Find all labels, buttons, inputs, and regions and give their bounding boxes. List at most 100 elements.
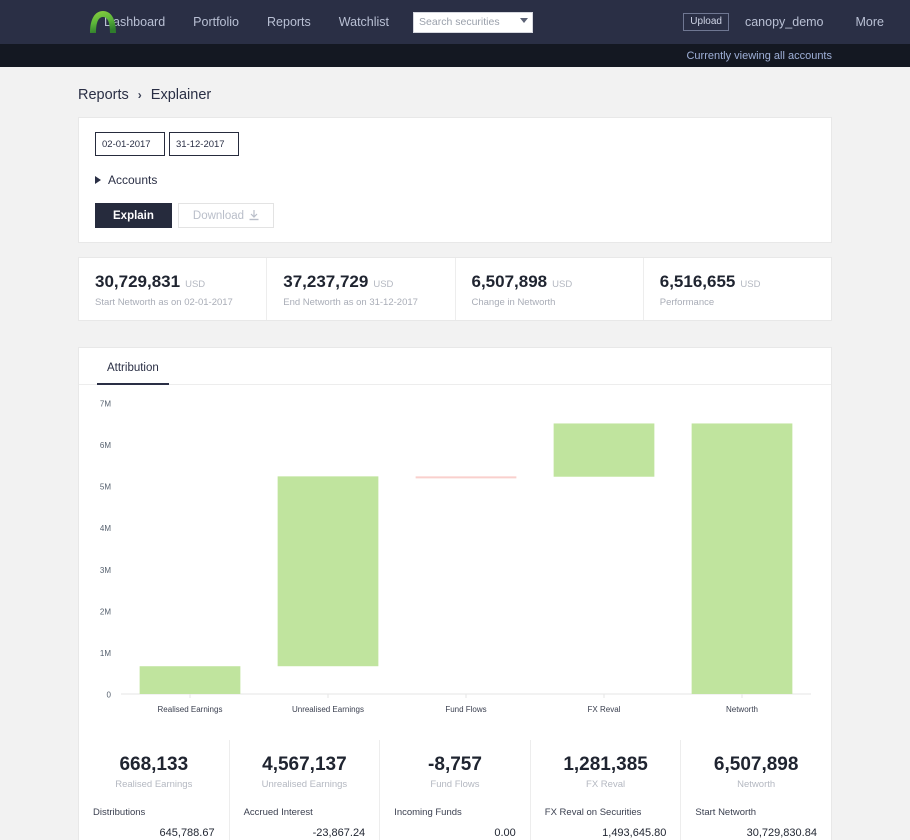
attribution-waterfall-chart: 0 1M 2M 3M 4M 5M 6M 7M Realised Earnings Unrealis… [79, 385, 831, 740]
kpi-currency: USD [185, 279, 206, 290]
stat-total-label: Networth [737, 779, 776, 790]
stat-item-value: 645,788.67 [159, 827, 215, 839]
svg-text:0: 0 [107, 691, 112, 700]
kpi-change-in-networth: 6,507,898 USD Change in Networth [456, 258, 644, 320]
svg-text:2M: 2M [100, 607, 111, 616]
download-button-label: Download [192, 209, 245, 222]
kpi-start-networth: 30,729,831 USD Start Networth as on 02-0… [79, 258, 268, 320]
accounts-expander[interactable]: Accounts [95, 173, 815, 187]
stat-item: FX Reval on Securities 1,493,645.80 [545, 796, 667, 840]
svg-text:Networth: Networth [726, 705, 758, 714]
nav-link-watchlist[interactable]: Watchlist [325, 15, 403, 29]
stat-total-label: Unrealised Earnings [261, 779, 348, 790]
stat-total-label: Realised Earnings [115, 779, 193, 790]
kpi-summary-row: 30,729,831 USD Start Networth as on 02-0… [78, 257, 832, 321]
nav-right-group: Upload canopy_demo More [683, 13, 896, 31]
stat-item-value: 0.00 [494, 827, 516, 839]
stat-item-name: Incoming Funds [394, 807, 462, 818]
nav-link-user-account[interactable]: canopy_demo [729, 15, 840, 29]
svg-text:FX Reval: FX Reval [588, 705, 621, 714]
svg-text:6M: 6M [100, 441, 111, 450]
upload-button[interactable]: Upload [683, 13, 729, 31]
stat-item-value: 30,729,830.84 [746, 827, 817, 839]
nav-link-more[interactable]: More [840, 15, 896, 29]
stat-item-name: Accrued Interest [243, 807, 313, 818]
stat-item-name: Distributions [93, 807, 146, 818]
svg-text:Realised Earnings: Realised Earnings [158, 705, 223, 714]
download-icon [249, 210, 259, 221]
stat-total: 6,507,898 [713, 754, 799, 775]
stat-item: Incoming Funds 0.00 [394, 796, 516, 840]
stat-item: Accrued Interest -23,867.24 [244, 796, 366, 840]
top-navigation-bar: Dashboard Portfolio Reports Watchlist Up… [0, 0, 910, 44]
kpi-currency: USD [373, 279, 394, 290]
search-securities-container [413, 11, 534, 33]
breadcrumb: Reports › Explainer [78, 67, 832, 117]
nav-link-reports[interactable]: Reports [253, 15, 325, 29]
stat-item: Distributions 645,788.67 [93, 796, 215, 840]
kpi-currency: USD [552, 279, 573, 290]
kpi-value-wrap: 37,237,729 USD [283, 272, 454, 292]
stat-col-fx-reval: 1,281,385 FX Reval FX Reval on Securitie… [531, 740, 682, 840]
primary-nav-links: Dashboard Portfolio Reports Watchlist [90, 15, 403, 29]
action-button-row: Explain Download [95, 203, 815, 228]
stat-item-name: FX Reval on Securities [544, 807, 642, 818]
stat-total: 4,567,137 [262, 754, 347, 775]
search-input[interactable] [413, 11, 534, 33]
kpi-label: Start Networth as on 02-01-2017 [95, 297, 233, 308]
stat-total: 1,281,385 [563, 754, 648, 775]
attribution-card: Attribution 0 1M 2M 3M 4M 5M 6M 7M Realised Earn… [78, 347, 832, 840]
svg-text:7M: 7M [100, 400, 111, 409]
svg-text:4M: 4M [100, 524, 111, 533]
canopy-arch-logo-icon[interactable] [88, 9, 118, 35]
accounts-label: Accounts [108, 173, 158, 187]
breadcrumb-reports[interactable]: Reports [78, 87, 129, 103]
account-context-bar: Currently viewing all accounts [0, 44, 910, 67]
svg-text:Unrealised Earnings: Unrealised Earnings [292, 705, 364, 714]
waterfall-chart-svg: 0 1M 2M 3M 4M 5M 6M 7M Realised Earnings Unrealis… [100, 400, 811, 714]
stat-item-value: -23,867.24 [312, 827, 366, 839]
kpi-value-wrap: 6,507,898 USD [472, 272, 643, 292]
kpi-performance: 6,516,655 USD Performance [644, 258, 831, 320]
kpi-value: 30,729,831 [95, 272, 181, 291]
kpi-end-networth: 37,237,729 USD End Networth as on 31-12-… [267, 258, 456, 320]
kpi-value: 6,516,655 [659, 272, 736, 291]
nav-link-portfolio[interactable]: Portfolio [179, 15, 253, 29]
explain-button[interactable]: Explain [95, 203, 172, 228]
stat-col-unrealised-earnings: 4,567,137 Unrealised Earnings Accrued In… [230, 740, 381, 840]
stat-col-realised-earnings: 668,133 Realised Earnings Distributions … [79, 740, 230, 840]
page-content: Reports › Explainer Accounts Explain Dow… [0, 67, 910, 840]
kpi-value-wrap: 30,729,831 USD [95, 272, 266, 292]
card-tabs: Attribution [79, 348, 831, 385]
stat-item-name: Start Networth [695, 807, 757, 818]
stat-item-value: 1,493,645.80 [602, 827, 667, 839]
report-controls-panel: Accounts Explain Download [78, 117, 832, 243]
stat-header: 1,281,385 FX Reval [545, 740, 667, 796]
svg-text:3M: 3M [100, 566, 111, 575]
triangle-right-icon [95, 176, 101, 184]
kpi-label: Performance [659, 297, 715, 308]
stat-col-fund-flows: -8,757 Fund Flows Incoming Funds 0.00 Ou… [380, 740, 531, 840]
stat-header: 668,133 Realised Earnings [93, 740, 215, 796]
account-context-label[interactable]: Currently viewing all accounts [686, 50, 832, 62]
svg-text:1M: 1M [100, 649, 111, 658]
start-date-input[interactable] [95, 132, 165, 156]
breadcrumb-explainer: Explainer [150, 87, 212, 103]
download-button[interactable]: Download [177, 203, 275, 228]
stat-total: 668,133 [119, 754, 189, 775]
stat-header: 4,567,137 Unrealised Earnings [244, 740, 366, 796]
kpi-value: 6,507,898 [471, 272, 548, 291]
svg-text:Fund Flows: Fund Flows [445, 705, 486, 714]
stat-col-networth: 6,507,898 Networth Start Networth 30,729… [681, 740, 831, 840]
kpi-value-wrap: 6,516,655 USD [660, 272, 831, 292]
kpi-label: Change in Networth [471, 297, 556, 308]
kpi-value: 37,237,729 [283, 272, 369, 291]
stat-item: Start Networth 30,729,830.84 [695, 796, 817, 840]
date-range-row [95, 132, 815, 156]
end-date-input[interactable] [169, 132, 239, 156]
stat-total-label: Fund Flows [430, 779, 480, 790]
stat-total: -8,757 [428, 754, 482, 775]
kpi-label: End Networth as on 31-12-2017 [283, 297, 418, 308]
tab-attribution[interactable]: Attribution [97, 348, 169, 385]
kpi-currency: USD [740, 279, 761, 290]
